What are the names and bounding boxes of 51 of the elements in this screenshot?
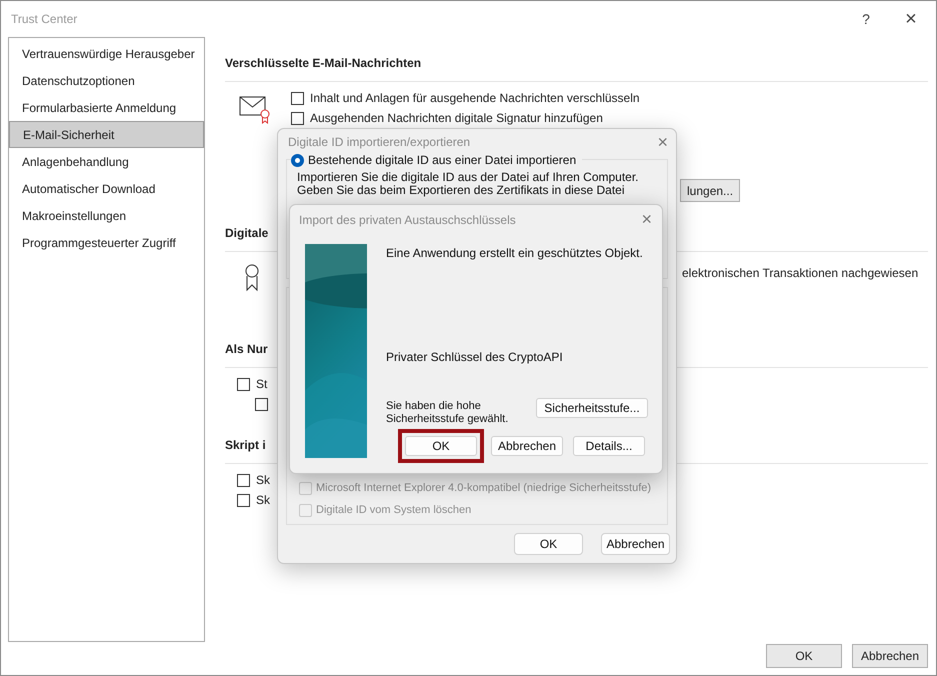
checkbox-label: Ausgehenden Nachrichten digitale Signatur hinzufügen bbox=[310, 110, 603, 127]
digital-id-text: elektronischen Transaktionen nachgewiesen bbox=[682, 265, 918, 282]
sidebar-item[interactable]: Datenschutzoptionen bbox=[9, 67, 204, 94]
checkbox-label: Sk bbox=[256, 492, 270, 509]
description-text: Importieren Sie die digitale ID aus der Datei auf Ihren Computer. bbox=[297, 171, 640, 184]
sidebar-item[interactable]: Automatischer Download bbox=[9, 175, 204, 202]
checkbox[interactable] bbox=[255, 398, 268, 410]
window-title: Trust Center bbox=[11, 11, 78, 28]
sidebar-item[interactable]: Formularbasierte Anmeldung bbox=[9, 94, 204, 121]
ribbon-icon bbox=[244, 264, 260, 292]
dialog-button[interactable]: OK bbox=[405, 436, 477, 456]
settings-button[interactable]: lungen... bbox=[680, 179, 740, 202]
dialog-button[interactable]: Abbrechen bbox=[852, 644, 928, 668]
close-button[interactable]: × bbox=[886, 4, 936, 34]
checkbox-label: St bbox=[256, 376, 268, 393]
section-heading: Digitale bbox=[225, 226, 268, 240]
section-heading: Als Nur bbox=[225, 342, 268, 356]
sidebar-item[interactable]: Vertrauenswürdige Herausgeber bbox=[9, 40, 204, 67]
envelope-certificate-icon bbox=[239, 94, 271, 124]
radio-button[interactable] bbox=[291, 154, 304, 166]
sidebar-item[interactable]: Programmgesteuerter Zugriff bbox=[9, 229, 204, 256]
checkbox-label: Inhalt und Anlagen für ausgehende Nachrichten verschlüsseln bbox=[310, 90, 640, 107]
checkbox-label: Sk bbox=[256, 472, 270, 489]
key-name-text: Privater Schlüssel des CryptoAPI bbox=[386, 349, 564, 366]
checkbox[interactable] bbox=[237, 494, 250, 506]
sidebar-item[interactable]: Makroeinstellungen bbox=[9, 202, 204, 229]
dialog-title: Digitale ID importieren/exportieren bbox=[288, 134, 472, 151]
section-heading: Verschlüsselte E-Mail-Nachrichten bbox=[225, 56, 422, 70]
security-level-button[interactable]: Sicherheitsstufe... bbox=[536, 398, 648, 418]
checkbox[interactable] bbox=[291, 92, 304, 104]
close-button[interactable]: × bbox=[641, 206, 652, 233]
description-text: Geben Sie das beim Exportieren des Zertifikats in diese Datei bbox=[297, 184, 624, 197]
checkbox-label: Microsoft Internet Explorer 4.0-kompatibel (niedrige Sicherheitsstufe) bbox=[316, 480, 652, 496]
checkbox[interactable] bbox=[237, 474, 250, 486]
radio-label: Bestehende digitale ID aus einer Datei importieren bbox=[308, 152, 576, 169]
help-button[interactable]: ? bbox=[846, 8, 886, 30]
message-text: Eine Anwendung erstellt ein geschütztes Objekt. bbox=[386, 245, 644, 262]
dialog-title: Import des privaten Austauschschlüssels bbox=[299, 212, 517, 228]
sidebar-item[interactable]: Anlagenbehandlung bbox=[9, 148, 204, 175]
close-button[interactable]: × bbox=[657, 128, 668, 156]
dialog-button[interactable]: Abbrechen bbox=[601, 533, 670, 555]
dialog-button[interactable]: OK bbox=[766, 644, 842, 668]
section-heading: Skript i bbox=[225, 438, 266, 452]
checkbox[interactable] bbox=[291, 112, 304, 124]
dialog-button[interactable]: OK bbox=[514, 533, 583, 555]
checkbox-label: Digitale ID vom System löschen bbox=[316, 502, 472, 518]
dialog-button[interactable]: Details... bbox=[573, 436, 645, 456]
security-level-text: Sie haben die hohe Sicherheitsstufe gewählt. bbox=[386, 400, 510, 426]
dialog-button[interactable]: Abbrechen bbox=[491, 436, 563, 456]
checkbox[interactable] bbox=[237, 378, 250, 390]
sidebar-item[interactable]: E-Mail-Sicherheit bbox=[9, 121, 204, 148]
